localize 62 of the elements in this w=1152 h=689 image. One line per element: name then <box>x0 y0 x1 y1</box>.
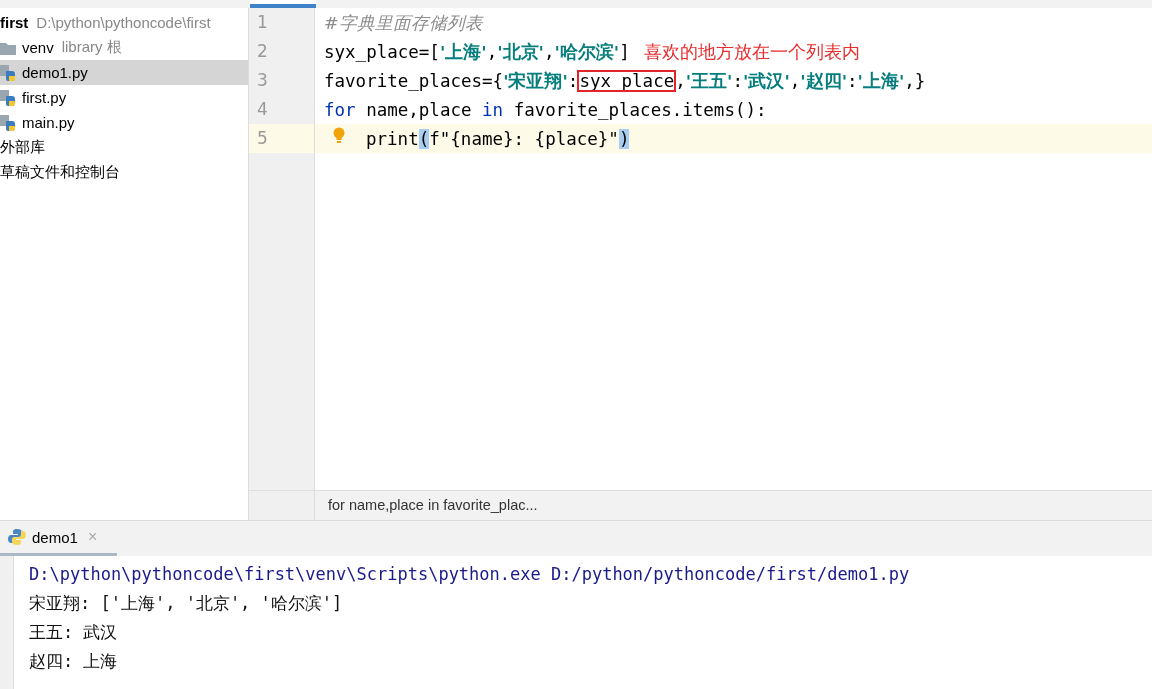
console-line: 赵四: 上海 <box>29 650 119 673</box>
code-text: , <box>789 70 801 91</box>
code-text: , <box>675 70 686 91</box>
code-comment: #字典里面存储列表 <box>324 11 483 35</box>
code-text: ,} <box>904 70 926 91</box>
matched-bracket: ( <box>418 128 430 149</box>
console-line: 王五: 武汉 <box>29 621 119 644</box>
annotation-text: 喜欢的地方放在一个列表内 <box>643 40 860 64</box>
code-text: syx_place=[ <box>324 41 440 62</box>
code-text: : <box>567 70 579 91</box>
highlighted-code: syx_place <box>578 70 676 91</box>
tree-item[interactable]: 外部库 <box>0 135 248 160</box>
tree-label: 外部库 <box>0 138 45 157</box>
tree-item[interactable]: first D:\python\pythoncode\first <box>0 10 248 35</box>
folder-icon <box>0 40 16 55</box>
python-icon <box>8 528 26 546</box>
tree-detail: D:\python\pythoncode\first <box>36 14 211 31</box>
tree-item[interactable]: first.py <box>0 85 248 110</box>
code-text: print <box>366 128 419 149</box>
tree-label: venv <box>22 39 54 56</box>
tab-label: demo1 <box>32 528 78 546</box>
console-line: 宋亚翔: ['上海', '北京', '哈尔滨'] <box>29 592 344 615</box>
code-text: name,place <box>365 99 473 120</box>
tree-item[interactable]: demo1.py <box>0 60 248 85</box>
console-line: D:\python\pythoncode\first\venv\Scripts\python.exe D:/python/pythoncode/first/demo1.py <box>29 563 910 586</box>
run-tab[interactable]: demo1 × <box>0 521 117 556</box>
python-file-icon <box>0 114 16 131</box>
tree-item[interactable]: 草稿文件和控制台 <box>0 160 248 185</box>
code-string: '北京' <box>497 40 544 64</box>
code-text: : <box>732 70 744 91</box>
tree-label: first.py <box>22 89 67 106</box>
code-text: f"{name}: {place}" <box>429 128 619 149</box>
tree-item[interactable]: venv library 根 <box>0 35 248 60</box>
code-string: '武汉' <box>743 69 790 93</box>
python-file-icon <box>0 89 16 106</box>
code-text: , <box>543 41 555 62</box>
code-keyword: for <box>324 99 356 120</box>
code-string: '上海' <box>857 69 905 93</box>
code-text: favorite_places.items(): <box>512 99 767 120</box>
code-string: '王五' <box>685 69 733 93</box>
code-string: '赵四' <box>800 69 847 93</box>
code-text: : <box>847 70 858 91</box>
line-number: 3 <box>249 66 315 95</box>
python-file-icon <box>0 64 16 81</box>
code-string: '哈尔滨' <box>554 40 620 64</box>
tree-item[interactable]: main.py <box>0 110 248 135</box>
code-keyword: in <box>482 99 504 120</box>
tree-label: demo1.py <box>22 64 88 81</box>
tree-detail: library 根 <box>61 38 122 57</box>
line-number: 4 <box>249 95 315 124</box>
line-number: 1 <box>249 8 315 37</box>
tree-label: 草稿文件和控制台 <box>0 163 120 182</box>
line-number: 2 <box>249 37 315 66</box>
lightbulb-icon[interactable] <box>333 126 345 144</box>
code-text: , <box>486 41 498 62</box>
code-text: ] <box>619 41 630 62</box>
tree-label: main.py <box>22 114 75 131</box>
code-string: '宋亚翔' <box>503 69 568 93</box>
code-text: favorite_places={ <box>324 70 504 91</box>
matched-bracket: ) <box>618 128 630 149</box>
tree-label: first <box>0 14 29 31</box>
code-string: '上海' <box>439 40 487 64</box>
